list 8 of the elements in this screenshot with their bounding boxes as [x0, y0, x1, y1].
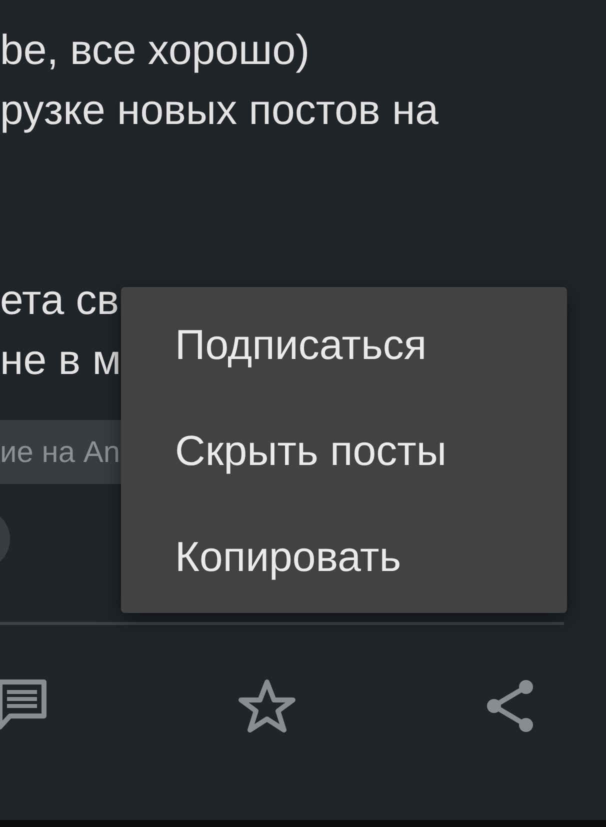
- post-text-line: не в м: [0, 335, 122, 385]
- post-text-line: be, все хорошо): [0, 25, 310, 75]
- star-icon[interactable]: [238, 678, 296, 734]
- post-text-line: рузке новых постов на: [0, 85, 438, 135]
- post-text-line: ета св: [0, 275, 120, 325]
- share-icon[interactable]: [486, 679, 536, 733]
- menu-item[interactable]: Копировать: [121, 503, 567, 609]
- menu-item[interactable]: Подписаться: [121, 291, 567, 397]
